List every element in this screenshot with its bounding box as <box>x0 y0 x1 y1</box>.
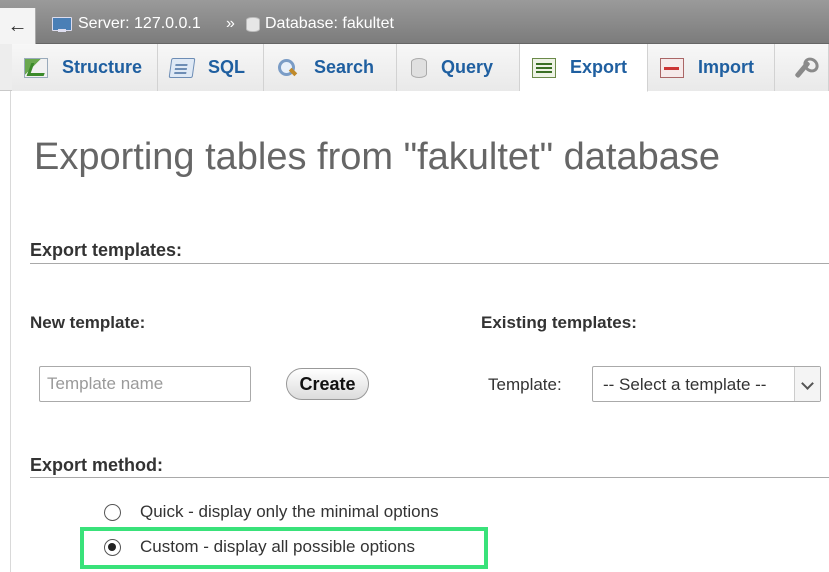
tab-sql-label: SQL <box>208 57 246 77</box>
tab-query-label: Query <box>441 57 494 77</box>
tab-structure[interactable]: Structure <box>12 44 158 91</box>
radio-quick-option[interactable]: Quick - display only the minimal options <box>104 502 439 522</box>
tab-operations[interactable] <box>775 44 829 91</box>
search-icon <box>276 58 300 78</box>
tabs-bar: Structure SQL Search Query Export Import <box>0 44 829 92</box>
breadcrumb-server-link[interactable]: Server: 127.0.0.1 <box>52 14 201 34</box>
radio-quick-button[interactable] <box>104 503 121 521</box>
tab-export-label: Export <box>570 57 628 77</box>
database-icon <box>246 16 260 32</box>
back-arrow-button[interactable]: ← <box>0 8 36 44</box>
template-select-label: Template: <box>488 375 562 394</box>
breadcrumb-database-label: Database: fakultet <box>265 15 394 32</box>
tab-search-label: Search <box>314 57 375 77</box>
export-method-divider <box>30 477 829 478</box>
tab-sql[interactable]: SQL <box>158 44 264 91</box>
tab-search[interactable]: Search <box>264 44 397 91</box>
breadcrumb-bar: ← Server: 127.0.0.1 » Database: fakultet <box>0 0 829 44</box>
server-icon <box>52 16 74 32</box>
export-templates-heading: Export templates: <box>30 240 183 260</box>
breadcrumb-database-link[interactable]: Database: fakultet <box>246 14 394 34</box>
tab-query[interactable]: Query <box>397 44 520 91</box>
breadcrumb-separator: » <box>226 15 235 32</box>
export-icon <box>532 57 556 78</box>
new-template-heading: New template: <box>30 313 146 332</box>
template-select[interactable]: -- Select a template -- <box>592 366 821 402</box>
query-icon <box>411 57 427 78</box>
page-title: Exporting tables from "fakultet" databas… <box>34 136 721 178</box>
breadcrumb-server-label: Server: 127.0.0.1 <box>78 15 201 32</box>
template-name-input[interactable] <box>39 366 251 402</box>
import-icon <box>660 57 684 78</box>
tab-structure-label: Structure <box>62 57 143 77</box>
tab-import-label: Import <box>698 57 754 77</box>
structure-icon <box>24 57 48 78</box>
existing-templates-heading: Existing templates: <box>481 313 637 332</box>
template-select-value: -- Select a template -- <box>603 375 767 394</box>
radio-quick-label: Quick - display only the minimal options <box>140 502 439 521</box>
radio-custom-label: Custom - display all possible options <box>140 537 415 556</box>
export-method-heading: Export method: <box>30 455 163 475</box>
wrench-icon <box>791 58 814 78</box>
phpmyadmin-export-page: ← Server: 127.0.0.1 » Database: fakultet… <box>0 0 829 572</box>
tab-import[interactable]: Import <box>648 44 775 91</box>
export-templates-divider <box>30 263 829 264</box>
sql-icon <box>168 57 196 78</box>
radio-custom-button[interactable] <box>104 538 121 556</box>
chevron-down-icon <box>794 367 820 401</box>
radio-custom-option[interactable]: Custom - display all possible options <box>104 537 415 557</box>
create-template-button[interactable]: Create <box>286 368 369 400</box>
content-left-border <box>10 91 11 572</box>
tab-export[interactable]: Export <box>520 44 648 92</box>
